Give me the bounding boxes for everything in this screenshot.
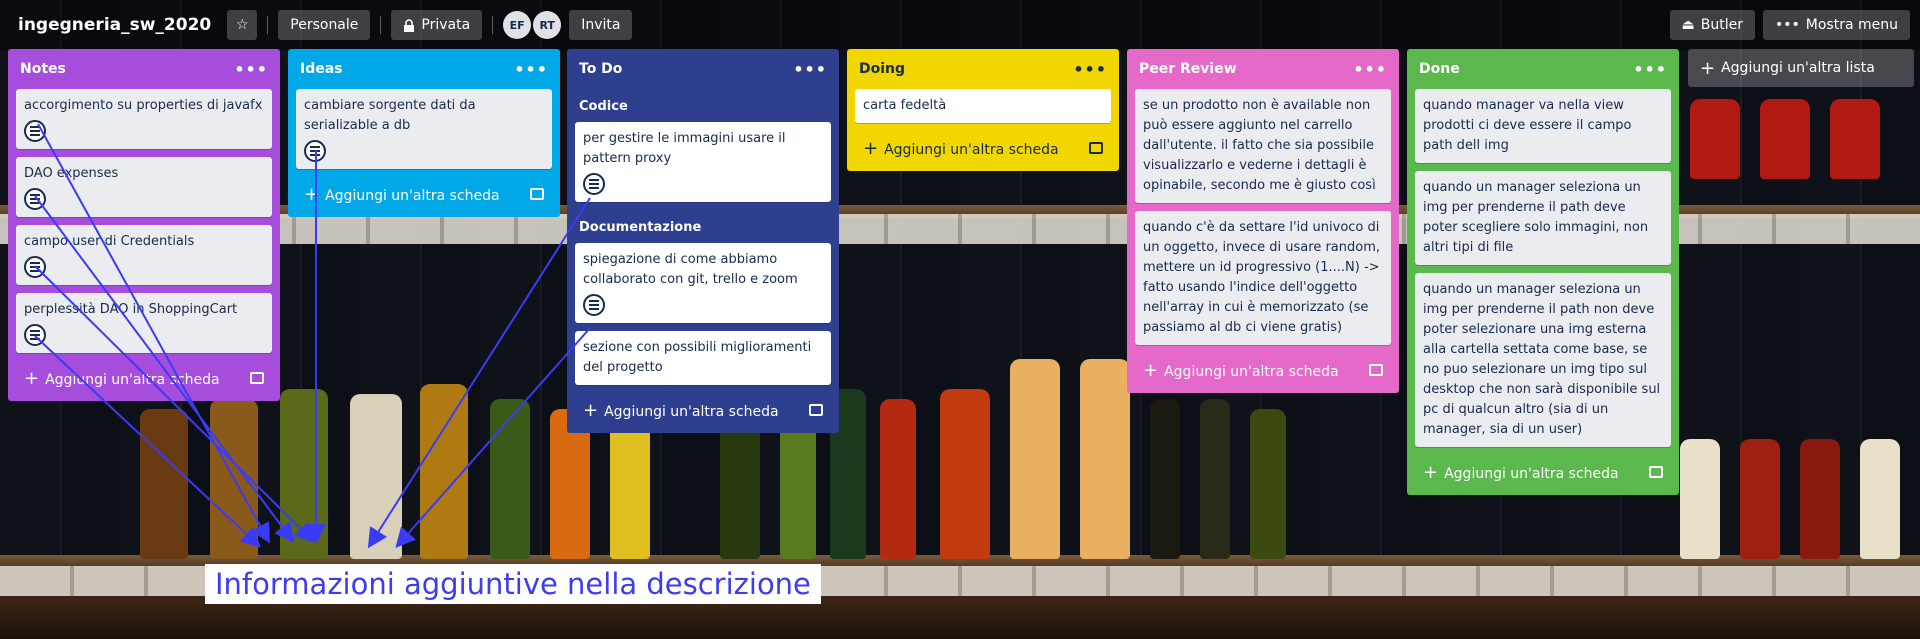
annotation-arrows	[34, 123, 591, 549]
arrow	[34, 335, 261, 548]
arrow	[367, 197, 591, 549]
arrow	[37, 123, 270, 544]
arrow	[395, 327, 591, 548]
arrow	[34, 265, 315, 543]
arrow	[34, 195, 295, 544]
caption-overlay: Informazioni aggiuntive nella descrizion…	[205, 564, 821, 604]
